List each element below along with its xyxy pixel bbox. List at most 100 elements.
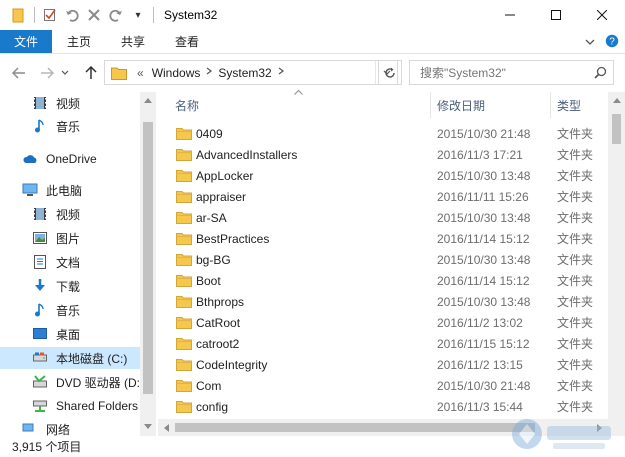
sidebar-item-shared-folders[interactable]: Shared Folders [0, 395, 140, 417]
column-header-date[interactable]: 修改日期 [431, 92, 551, 118]
file-name-cell: catroot2 [158, 337, 431, 351]
sidebar-item-videos-pc[interactable]: 视频 [0, 203, 140, 225]
help-icon[interactable]: ? [605, 34, 619, 51]
item-count: 3,915 个项目 [12, 440, 82, 454]
chevron-right-icon[interactable] [276, 67, 286, 78]
sidebar-item-network[interactable]: 网络 [0, 423, 140, 436]
sidebar-item-this-pc[interactable]: 此电脑 [0, 179, 140, 201]
scroll-down-arrow-icon[interactable] [140, 418, 156, 434]
dvd-icon [32, 374, 48, 390]
file-date: 2016/11/11 15:26 [437, 189, 529, 204]
file-type: 文件夹 [557, 190, 594, 204]
sidebar-scrollbar[interactable] [140, 92, 156, 436]
sidebar-item-onedrive[interactable]: OneDrive [0, 148, 140, 170]
sidebar-item-music[interactable]: 音乐 [0, 115, 140, 137]
expand-ribbon-icon[interactable] [585, 35, 595, 49]
horizontal-scroll-thumb[interactable] [175, 423, 535, 432]
file-row[interactable]: Com 2015/10/30 21:48 文件夹 [158, 375, 608, 396]
tab-file[interactable]: 文件 [0, 30, 53, 53]
up-button[interactable] [80, 62, 102, 84]
file-row[interactable]: AdvancedInstallers 2016/11/3 17:21 文件夹 [158, 144, 608, 165]
minimize-button[interactable] [487, 0, 533, 30]
scroll-up-arrow-icon[interactable] [140, 92, 156, 108]
address-overflow[interactable]: « [133, 66, 148, 80]
file-row[interactable]: BestPractices 2016/11/14 15:12 文件夹 [158, 228, 608, 249]
sidebar-item-pictures[interactable]: 图片 [0, 227, 140, 249]
tab-view[interactable]: 查看 [160, 30, 214, 53]
maximize-button[interactable] [533, 0, 579, 30]
column-header-type[interactable]: 类型 [551, 92, 608, 118]
file-row[interactable]: catroot2 2016/11/15 15:12 文件夹 [158, 333, 608, 354]
file-name-cell: 0409 [158, 127, 431, 141]
sidebar-item-label: Shared Folders [56, 399, 139, 413]
recent-locations-dropdown[interactable] [58, 62, 72, 84]
sidebar-item-documents[interactable]: 文档 [0, 251, 140, 273]
address-segment-system32[interactable]: System32 [214, 66, 275, 80]
sidebar-item-local-disk-c[interactable]: 本地磁盘 (C:) [0, 347, 140, 369]
column-date-label: 修改日期 [437, 98, 486, 113]
file-row[interactable]: CatRoot 2016/11/2 13:02 文件夹 [158, 312, 608, 333]
folder-icon [111, 66, 127, 80]
customize-toolbar-dropdown[interactable]: ▾ [127, 4, 149, 26]
file-name: CodeIntegrity [196, 357, 268, 372]
sidebar-item-videos[interactable]: 视频 [0, 92, 140, 114]
file-row[interactable]: bg-BG 2015/10/30 13:48 文件夹 [158, 249, 608, 270]
sidebar-item-label: 下载 [56, 279, 81, 294]
address-bar[interactable]: « Windows System32 [104, 60, 398, 85]
folder-icon [176, 211, 192, 224]
search-input[interactable] [420, 65, 595, 80]
column-header-name[interactable]: 名称 [158, 89, 431, 118]
file-row[interactable]: Boot 2016/11/14 15:12 文件夹 [158, 270, 608, 291]
ribbon-right-controls: ? [585, 30, 619, 54]
folder-icon [176, 232, 192, 245]
file-name-cell: Bthprops [158, 295, 431, 309]
vertical-scroll-thumb[interactable] [612, 114, 621, 144]
file-date: 2015/10/30 21:48 [437, 378, 531, 393]
window-controls [487, 0, 625, 30]
file-name: BestPractices [196, 231, 270, 246]
sidebar-item-dvd-drive-d[interactable]: DVD 驱动器 (D: [0, 371, 140, 393]
file-row[interactable]: Bthprops 2015/10/30 13:48 文件夹 [158, 291, 608, 312]
file-row[interactable]: appraiser 2016/11/11 15:26 文件夹 [158, 186, 608, 207]
search-icon[interactable] [594, 66, 607, 82]
redo-icon[interactable] [105, 4, 127, 26]
file-row[interactable]: 0409 2015/10/30 21:48 文件夹 [158, 123, 608, 144]
sidebar-item-label: 视频 [56, 207, 81, 222]
sidebar-item-music-pc[interactable]: 音乐 [0, 299, 140, 321]
folder-icon [176, 400, 192, 413]
file-name-cell: CodeIntegrity [158, 358, 431, 372]
column-name-label: 名称 [175, 98, 200, 113]
downloads-icon [32, 278, 48, 294]
tab-home[interactable]: 主页 [52, 30, 106, 53]
file-type: 文件夹 [557, 127, 594, 141]
scroll-up-arrow-icon[interactable] [608, 92, 625, 109]
search-box[interactable] [409, 60, 614, 85]
folder-icon [176, 127, 192, 140]
chevron-right-icon[interactable] [204, 67, 214, 78]
sidebar-item-desktop[interactable]: 桌面 [0, 323, 140, 345]
tab-share[interactable]: 共享 [106, 30, 160, 53]
sidebar-scroll-thumb[interactable] [143, 122, 153, 394]
undo-icon[interactable] [61, 4, 83, 26]
refresh-button[interactable] [378, 60, 402, 85]
close-button[interactable] [579, 0, 625, 30]
address-segment-windows[interactable]: Windows [148, 66, 205, 80]
file-name-cell: Com [158, 379, 431, 393]
vertical-scrollbar[interactable] [608, 92, 625, 419]
file-list: 名称 修改日期 类型 0409 2015/10/30 21:48 文件夹 Advanc… [158, 89, 625, 436]
delete-icon[interactable] [83, 4, 105, 26]
file-row[interactable]: AppLocker 2015/10/30 13:48 文件夹 [158, 165, 608, 186]
sidebar-item-label: 图片 [56, 231, 81, 246]
file-name: appraiser [196, 189, 247, 204]
forward-button[interactable] [36, 62, 58, 84]
sidebar-item-downloads[interactable]: 下载 [0, 275, 140, 297]
file-row[interactable]: ar-SA 2015/10/30 13:48 文件夹 [158, 207, 608, 228]
file-row[interactable]: CodeIntegrity 2016/11/2 13:15 文件夹 [158, 354, 608, 375]
back-button[interactable] [8, 62, 30, 84]
scroll-left-arrow-icon[interactable] [158, 419, 175, 436]
navigation-bar: « Windows System32 [0, 54, 625, 92]
quick-access-toolbar: ▾ [0, 0, 158, 30]
properties-icon[interactable] [39, 4, 61, 26]
file-type: 文件夹 [557, 316, 594, 330]
file-type: 文件夹 [557, 148, 594, 162]
